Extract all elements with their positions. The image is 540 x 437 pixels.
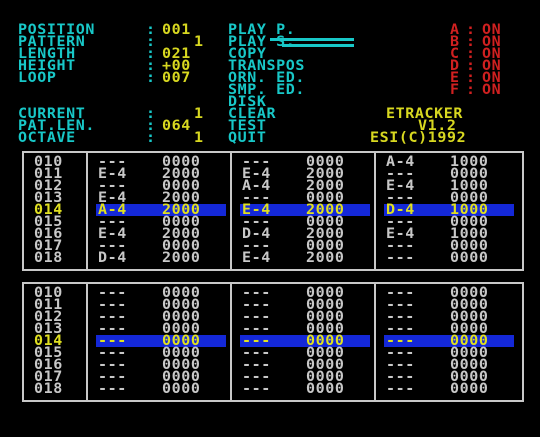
note-cell[interactable]: ---	[386, 382, 415, 396]
value-pattern[interactable]: 1	[194, 35, 204, 49]
value-loop[interactable]: 007	[162, 71, 191, 85]
column-divider	[230, 282, 232, 402]
column-divider	[86, 282, 88, 402]
note-cell[interactable]: ---	[386, 251, 415, 265]
param-cell[interactable]: 0000	[306, 382, 345, 396]
colon: :	[146, 69, 156, 86]
row-number: 018	[34, 249, 63, 266]
note-cell[interactable]: D-4	[98, 251, 127, 265]
channel-colon: :	[466, 81, 476, 98]
param-cell[interactable]: 0000	[162, 382, 201, 396]
channel-f-state[interactable]: ON	[482, 83, 501, 97]
note-cell[interactable]: ---	[98, 382, 127, 396]
value-position[interactable]: 001	[162, 23, 191, 37]
column-divider	[86, 151, 88, 271]
label-octave: OCTAVE	[18, 129, 76, 146]
value-pat-len[interactable]: 064	[162, 119, 191, 133]
param-cell[interactable]: 2000	[306, 251, 345, 265]
note-cell[interactable]: ---	[242, 382, 271, 396]
value-octave[interactable]: 1	[194, 131, 204, 145]
menu-quit[interactable]: QUIT	[228, 131, 267, 145]
value-current[interactable]: 1	[194, 107, 204, 121]
column-divider	[374, 282, 376, 402]
column-divider	[230, 151, 232, 271]
row-number: 018	[34, 380, 63, 397]
label-loop: LOOP	[18, 69, 57, 86]
column-divider	[374, 151, 376, 271]
param-cell[interactable]: 2000	[162, 251, 201, 265]
param-cell[interactable]: 0000	[450, 382, 489, 396]
etracker-screen: POSITION PATTERN LENGTH HEIGHT LOOP : : …	[0, 0, 540, 437]
channel-f-name[interactable]: F	[450, 83, 460, 97]
app-copyright: ESI(C)1992	[370, 129, 467, 146]
param-cell[interactable]: 0000	[450, 251, 489, 265]
note-cell[interactable]: E-4	[242, 251, 271, 265]
colon: :	[146, 129, 156, 146]
